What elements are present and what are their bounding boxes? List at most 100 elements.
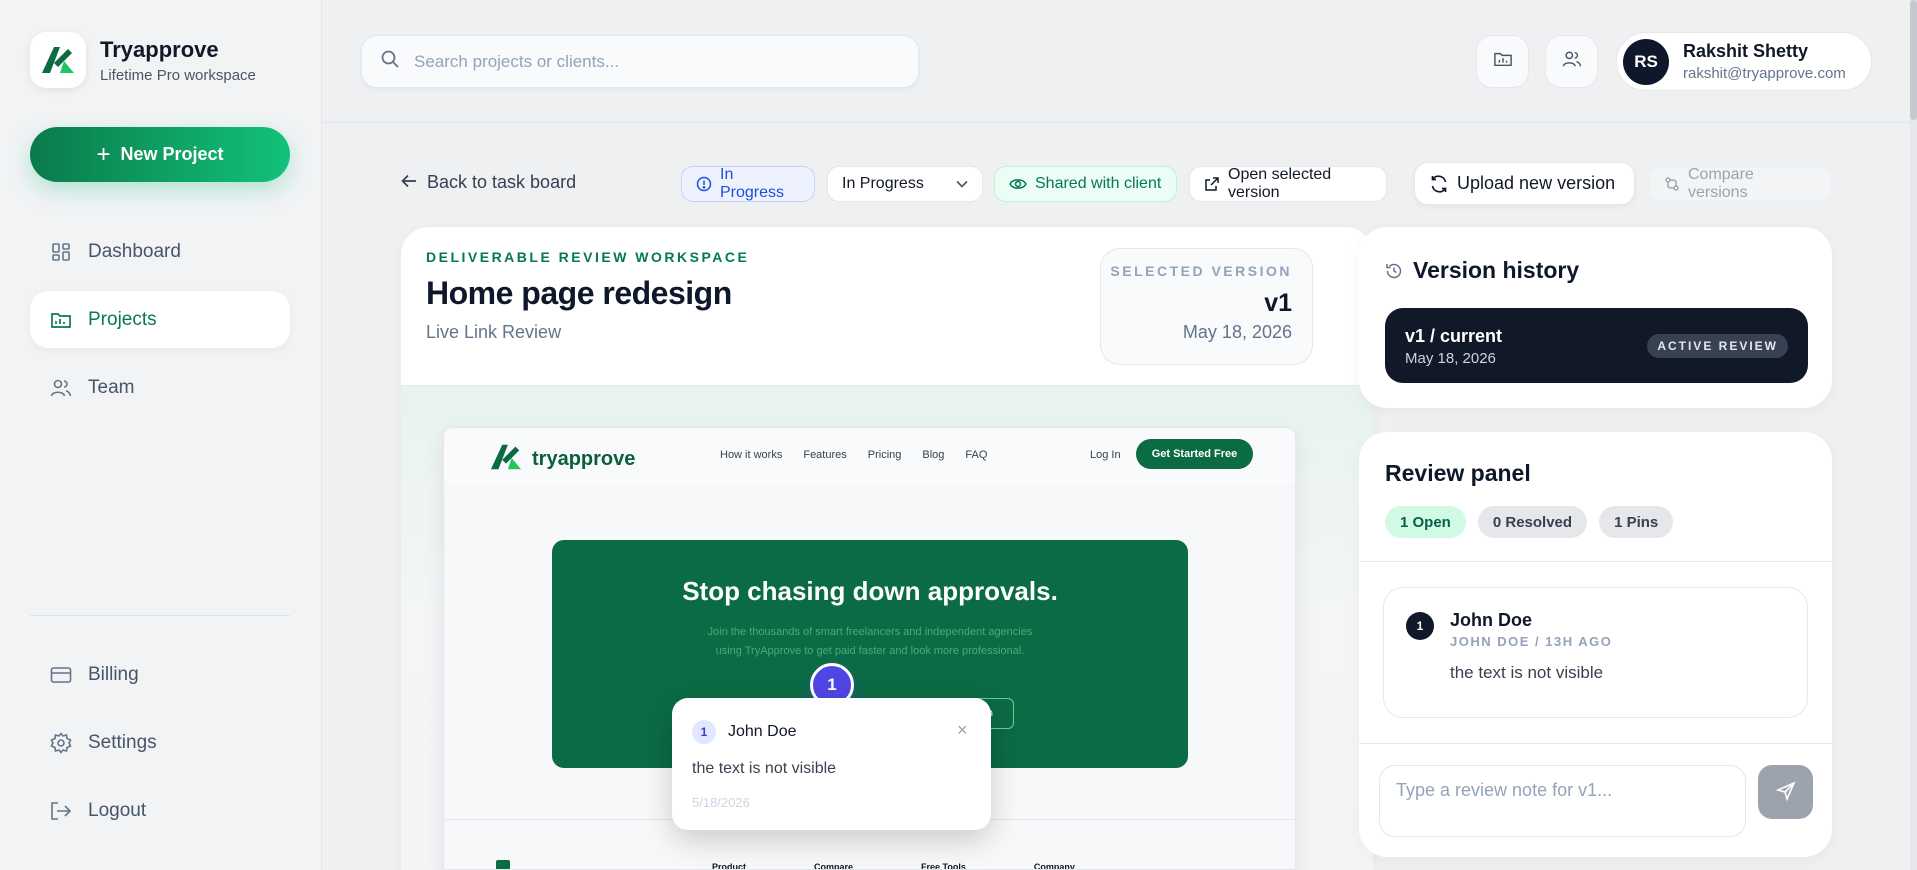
popover-date: 5/18/2026 xyxy=(692,795,750,810)
brand-subtitle: Lifetime Pro workspace xyxy=(100,66,256,84)
review-panel: Review panel 1 Open 0 Resolved 1 Pins 1 … xyxy=(1359,432,1832,857)
sidebar-item-label: Projects xyxy=(88,308,157,330)
review-type: Live Link Review xyxy=(426,322,562,342)
compare-icon xyxy=(1664,176,1680,192)
compare-versions-button[interactable]: Compare versions xyxy=(1649,166,1832,202)
live-preview-area[interactable]: tryapprove How it works Features Pricing… xyxy=(401,386,1373,870)
sidebar-item-settings[interactable]: Settings xyxy=(30,714,290,771)
selected-version-value: v1 xyxy=(1264,289,1292,317)
user-menu[interactable]: RS Rakshit Shetty rakshit@tryapprove.com xyxy=(1616,32,1872,91)
new-project-label: New Project xyxy=(120,144,224,164)
close-icon[interactable]: × xyxy=(957,720,968,741)
grid-icon xyxy=(50,241,72,263)
popover-author: John Doe xyxy=(728,723,797,740)
review-panel-title: Review panel xyxy=(1385,460,1531,486)
users-icon xyxy=(50,377,72,399)
sidebar-item-label: Dashboard xyxy=(88,240,181,262)
selected-version-date: May 18, 2026 xyxy=(1182,322,1292,342)
sidebar-divider xyxy=(30,615,290,616)
comment-number: 1 xyxy=(1406,612,1434,640)
preview-cta-button[interactable]: Get Started Free xyxy=(1136,439,1253,469)
sidebar-item-dashboard[interactable]: Dashboard xyxy=(30,223,290,280)
sidebar-item-logout[interactable]: Logout xyxy=(30,782,290,839)
open-count-tag[interactable]: 1 Open xyxy=(1385,506,1466,538)
selected-version-label: SELECTED VERSION xyxy=(1110,263,1292,279)
preview-nav-link[interactable]: How it works xyxy=(720,449,782,461)
preview-nav-link[interactable]: Pricing xyxy=(868,449,902,461)
status-select-value: In Progress xyxy=(842,175,924,192)
sidebar-item-label: Team xyxy=(88,376,135,398)
status-select[interactable]: In Progress xyxy=(827,166,983,202)
preview-logo-text: tryapprove xyxy=(532,448,636,470)
preview-footer-col: Compare xyxy=(814,862,854,870)
user-email: rakshit@tryapprove.com xyxy=(1683,65,1846,82)
upload-label: Upload new version xyxy=(1457,173,1616,193)
comment-author: John Doe xyxy=(1450,610,1533,630)
header-divider xyxy=(322,122,1917,123)
back-label: Back to task board xyxy=(427,172,577,192)
shared-label: Shared with client xyxy=(1035,175,1162,192)
compare-label: Compare versions xyxy=(1688,166,1754,201)
upload-new-version-button[interactable]: Upload new version xyxy=(1414,162,1635,205)
review-filter-tags: 1 Open 0 Resolved 1 Pins xyxy=(1385,506,1685,538)
preview-nav-links: How it works Features Pricing Blog FAQ xyxy=(720,449,1008,461)
sidebar-item-team[interactable]: Team xyxy=(30,359,290,416)
preview-nav-link[interactable]: Features xyxy=(803,449,846,461)
preview-footer-col: Product xyxy=(712,862,747,870)
new-project-button[interactable]: + New Project xyxy=(30,127,290,182)
open-version-label: Open selected version xyxy=(1228,166,1332,201)
search-input[interactable] xyxy=(414,51,894,72)
preview-footer-col: Free Tools xyxy=(921,862,966,870)
avatar: RS xyxy=(1623,38,1669,85)
send-button[interactable] xyxy=(1758,765,1813,819)
user-name: Rakshit Shetty xyxy=(1683,41,1809,61)
send-icon xyxy=(1775,780,1796,804)
refresh-icon xyxy=(1429,174,1449,194)
logout-icon xyxy=(50,800,72,822)
back-to-task-board-link[interactable]: Back to task board xyxy=(401,172,576,193)
preview-hero-body: Join the thousands of smart freelancers … xyxy=(707,626,1033,657)
comment-meta: JOHN DOE / 13H AGO xyxy=(1450,634,1613,649)
version-item[interactable]: v1 / current May 18, 2026 ACTIVE REVIEW xyxy=(1385,308,1808,383)
shared-with-client-badge[interactable]: Shared with client xyxy=(994,166,1177,202)
page-title: Home page redesign xyxy=(426,275,732,311)
version-history-title: Version history xyxy=(1413,257,1580,283)
users-icon xyxy=(1562,50,1582,73)
selected-version-box: SELECTED VERSION v1 May 18, 2026 xyxy=(1100,248,1313,365)
eye-icon xyxy=(1009,177,1027,191)
preview-nav-link[interactable]: Blog xyxy=(922,449,944,461)
review-panel-divider xyxy=(1359,743,1832,744)
preview-login-link[interactable]: Log In xyxy=(1090,449,1121,461)
history-icon xyxy=(1385,262,1403,280)
website-preview[interactable]: tryapprove How it works Features Pricing… xyxy=(443,427,1296,870)
plus-icon: + xyxy=(96,140,111,168)
review-note-input[interactable] xyxy=(1379,765,1746,837)
preview-footer-col: Company xyxy=(1033,862,1075,870)
popover-comment-text: the text is not visible xyxy=(692,760,837,777)
status-badge: In Progress xyxy=(681,166,815,202)
tryapprove-logo-icon xyxy=(486,441,526,478)
team-header-button[interactable] xyxy=(1545,35,1598,88)
external-link-icon xyxy=(1204,176,1220,192)
sidebar-item-label: Settings xyxy=(88,731,157,753)
preview-nav-link[interactable]: FAQ xyxy=(965,449,987,461)
brand[interactable]: Tryapprove Lifetime Pro workspace xyxy=(30,32,256,88)
comment-text: the text is not visible xyxy=(1450,663,1604,682)
page-scrollbar-thumb[interactable] xyxy=(1910,0,1917,120)
search-bar[interactable] xyxy=(361,35,919,88)
credit-card-icon xyxy=(50,664,72,686)
page-scrollbar[interactable] xyxy=(1910,0,1917,870)
version-history-card: Version history v1 / current May 18, 202… xyxy=(1359,227,1832,408)
search-icon xyxy=(380,49,400,74)
arrow-left-icon xyxy=(401,172,417,193)
pins-count-tag[interactable]: 1 Pins xyxy=(1599,506,1674,538)
resolved-count-tag[interactable]: 0 Resolved xyxy=(1477,506,1588,538)
comment-popover: 1 John Doe × the text is not visible 5/1… xyxy=(672,698,991,830)
sidebar-item-projects[interactable]: Projects xyxy=(30,291,290,348)
sidebar-item-billing[interactable]: Billing xyxy=(30,646,290,703)
comment-card[interactable]: 1 John Doe JOHN DOE / 13H AGO the text i… xyxy=(1383,587,1808,718)
projects-header-button[interactable] xyxy=(1476,35,1529,88)
open-selected-version-button[interactable]: Open selected version xyxy=(1189,166,1387,202)
gear-icon xyxy=(50,731,72,754)
preview-footer-columns: Product Compare Free Tools Company xyxy=(712,862,1143,870)
